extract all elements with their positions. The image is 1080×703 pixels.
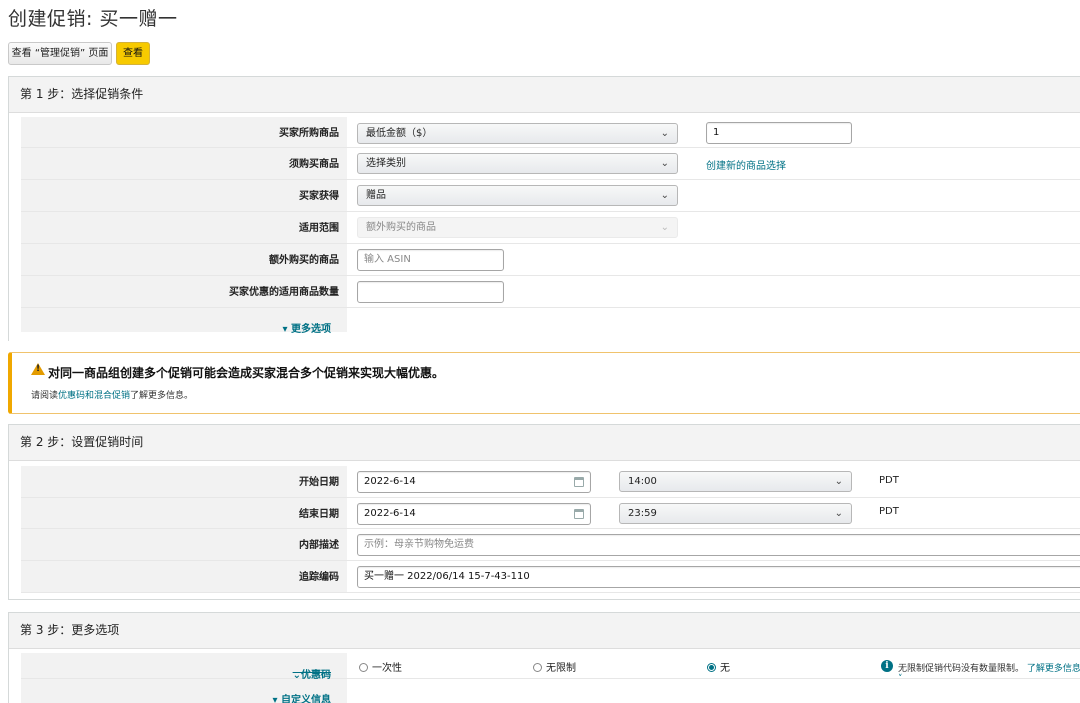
step2-section: 第 2 步：设置促销时间 开始日期 2022-6-14 14:00 ⌄ PDT … — [8, 424, 1080, 600]
asin-input[interactable]: 输入 ASIN — [357, 249, 504, 271]
page-title: 创建促销: 买一赠一 — [8, 8, 178, 30]
chevron-down-icon: ⌄ — [660, 222, 669, 233]
promo-codes-link[interactable]: 优惠码和混合促销 — [58, 391, 130, 401]
buyer-gets-row: 买家获得 赠品 ⌄ — [21, 180, 1080, 212]
warning-text: 请阅读优惠码和混合促销了解更多信息。 — [31, 391, 194, 401]
applies-to-row: 适用范围 额外购买的商品 ⌄ — [21, 212, 1080, 244]
extra-items-label: 额外购买的商品 — [269, 255, 339, 266]
buyer-gets-select[interactable]: 赠品 ⌄ — [357, 185, 678, 206]
applies-to-label: 适用范围 — [299, 223, 339, 234]
promo-code-toggle[interactable]: ⌄优惠码 — [293, 663, 331, 681]
internal-desc-label: 内部描述 — [299, 540, 339, 551]
radio-checked-icon — [707, 663, 716, 672]
start-timezone: PDT — [879, 475, 899, 486]
radio-icon — [359, 663, 368, 672]
more-options-link[interactable]: ▾ 更多选项 — [282, 317, 331, 335]
custom-info-link[interactable]: ▾ 自定义信息 — [272, 688, 331, 703]
chevron-down-icon: ⌄ — [834, 508, 843, 519]
buyer-purchases-value: 最低金额（$） — [366, 128, 433, 139]
chevron-down-icon: ⌄ — [660, 190, 669, 201]
chevron-down-icon: ⌄ — [660, 158, 669, 169]
caret-down-icon: ▾ — [272, 695, 281, 703]
required-items-select[interactable]: 选择类别 ⌄ — [357, 153, 678, 174]
buyer-purchases-amount-input[interactable]: 1 — [706, 122, 852, 144]
warning-title: 对同一商品组创建多个促销可能会造成买家混合多个促销来实现大幅优惠。 — [48, 366, 445, 380]
extra-items-row: 额外购买的商品 输入 ASIN — [21, 244, 1080, 276]
promo-code-row: ⌄优惠码 一次性 无限制 无 i 无限制促销代码没有数量限制。 了解更多信息 ˅ — [21, 653, 1080, 684]
stacking-warning-alert: 对同一商品组创建多个促销可能会造成买家混合多个促销来实现大幅优惠。 请阅读优惠码… — [8, 352, 1080, 414]
buyer-gets-value: 赠品 — [366, 190, 386, 201]
required-items-row: 须购买商品 选择类别 ⌄ 创建新的商品选择 — [21, 148, 1080, 180]
buyer-purchases-row: 买家所购商品 最低金额（$） ⌄ 1 — [21, 117, 1080, 148]
step1-body: 买家所购商品 最低金额（$） ⌄ 1 须购买商品 选择类别 ⌄ 创建新的商品选择… — [9, 113, 1080, 341]
promo-code-radio-none[interactable]: 无 — [707, 659, 730, 674]
start-time-select[interactable]: 14:00 ⌄ — [619, 471, 852, 492]
start-date-label: 开始日期 — [299, 477, 339, 488]
qty-row: 买家优惠的适用商品数量 — [21, 276, 1080, 308]
view-manage-promotions-button[interactable]: 查看 “管理促销” 页面 — [8, 42, 112, 65]
chevron-down-icon: ⌄ — [834, 476, 843, 487]
qty-label: 买家优惠的适用商品数量 — [229, 287, 339, 298]
required-items-label: 须购买商品 — [289, 159, 339, 170]
custom-info-row: ▾ 自定义信息 — [21, 679, 1080, 703]
buyer-purchases-label: 买家所购商品 — [279, 128, 339, 139]
applies-to-select: 额外购买的商品 ⌄ — [357, 217, 678, 238]
end-date-input[interactable]: 2022-6-14 — [357, 503, 591, 525]
promo-code-radio-unlimited[interactable]: 无限制 — [533, 659, 576, 674]
step2-header: 第 2 步：设置促销时间 — [9, 425, 1080, 461]
buyer-gets-label: 买家获得 — [299, 191, 339, 202]
tracking-code-input[interactable]: 买一赠一 2022/06/14 15-7-43-110 — [357, 566, 1080, 588]
end-date-row: 结束日期 2022-6-14 23:59 ⌄ PDT — [21, 498, 1080, 529]
end-time-select[interactable]: 23:59 ⌄ — [619, 503, 852, 524]
buyer-purchases-select[interactable]: 最低金额（$） ⌄ — [357, 123, 678, 144]
end-timezone: PDT — [879, 506, 899, 517]
step3-header: 第 3 步：更多选项 — [9, 613, 1080, 649]
promo-code-radio-once[interactable]: 一次性 — [359, 659, 402, 674]
required-items-value: 选择类别 — [366, 158, 406, 169]
caret-down-icon: ▾ — [282, 324, 291, 335]
end-date-label: 结束日期 — [299, 509, 339, 520]
view-button[interactable]: 查看 — [116, 42, 150, 65]
qty-input[interactable] — [357, 281, 504, 303]
chevron-down-icon: ⌄ — [660, 128, 669, 139]
calendar-icon[interactable] — [574, 509, 584, 519]
step1-section: 第 1 步：选择促销条件 买家所购商品 最低金额（$） ⌄ 1 须购买商品 选择… — [8, 76, 1080, 341]
start-date-input[interactable]: 2022-6-14 — [357, 471, 591, 493]
applies-to-value: 额外购买的商品 — [366, 222, 436, 233]
step1-header: 第 1 步：选择促销条件 — [9, 77, 1080, 113]
start-date-row: 开始日期 2022-6-14 14:00 ⌄ PDT — [21, 466, 1080, 498]
learn-more-link[interactable]: 了解更多信息 — [1027, 664, 1080, 674]
calendar-icon[interactable] — [574, 477, 584, 487]
create-product-selection-link[interactable]: 创建新的商品选择 — [706, 157, 786, 172]
radio-icon — [533, 663, 542, 672]
internal-desc-row: 内部描述 示例：母亲节购物免运费 — [21, 529, 1080, 561]
info-icon: i — [881, 660, 893, 672]
more-options-row: ▾ 更多选项 — [21, 308, 1080, 335]
tracking-code-label: 追踪编码 — [299, 572, 339, 583]
step3-section: 第 3 步：更多选项 ⌄优惠码 一次性 无限制 无 i 无限制促销代码没有数量限… — [8, 612, 1080, 703]
internal-desc-input[interactable]: 示例：母亲节购物免运费 — [357, 534, 1080, 556]
tracking-code-row: 追踪编码 买一赠一 2022/06/14 15-7-43-110 — [21, 561, 1080, 593]
warning-icon — [31, 363, 45, 375]
